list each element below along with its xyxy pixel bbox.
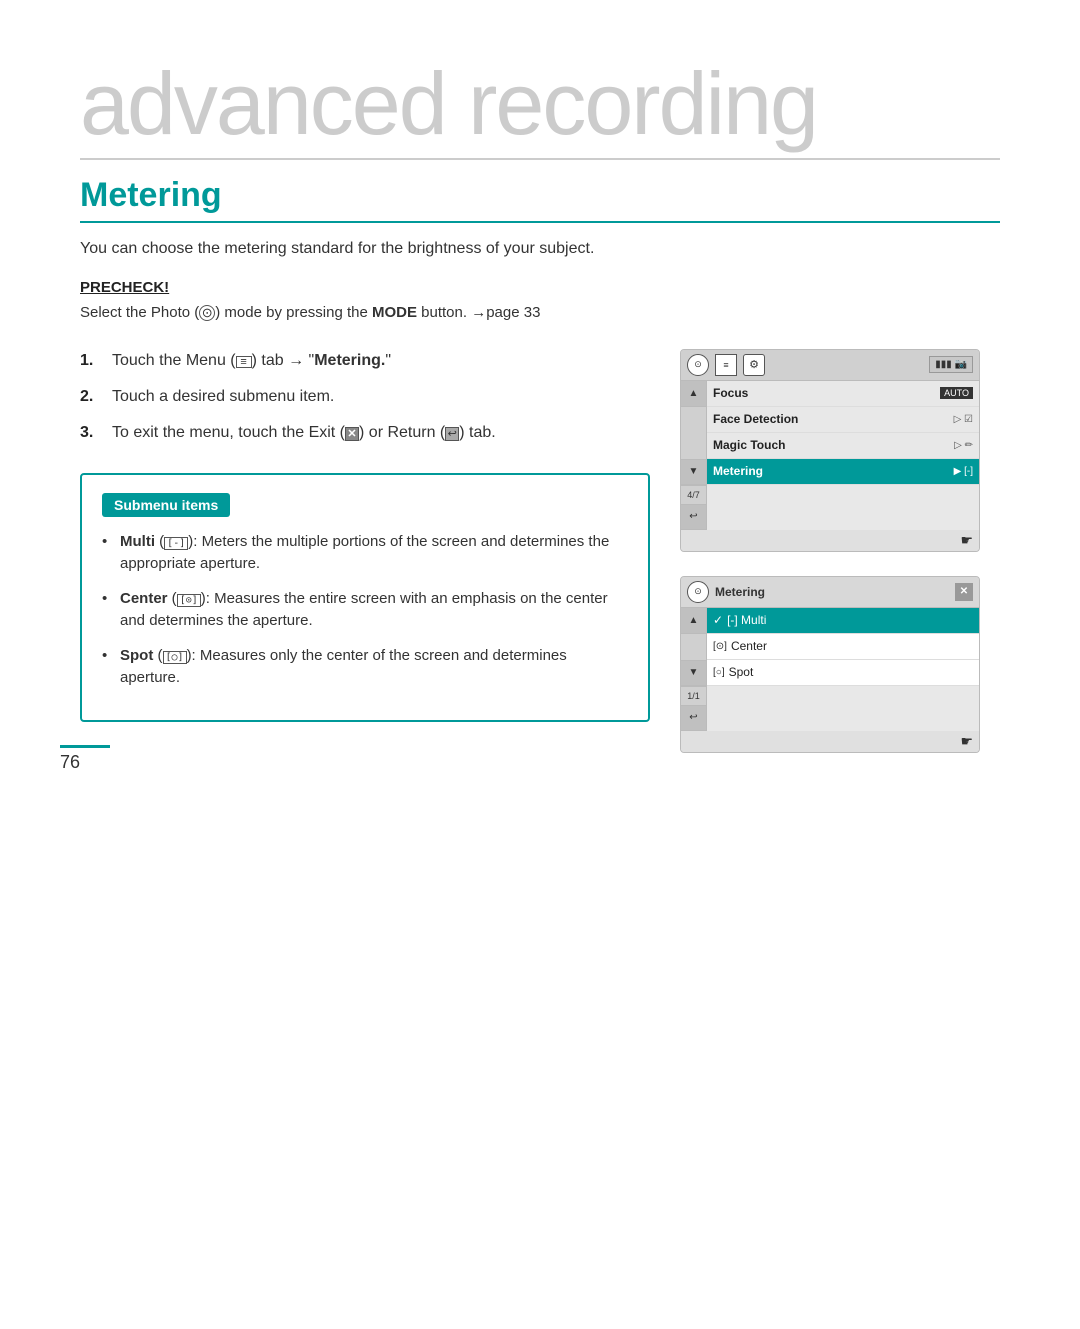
exit-icon: ✕	[345, 427, 359, 441]
face-value: ▷ ☑	[954, 414, 973, 425]
metering-nav-col: ▲ ▼ 1/1 ↩	[681, 608, 707, 731]
spot-label: Spot	[120, 647, 153, 664]
metering-screen: ⊙ Metering ✕ ▲ ▼ 1/1 ↩ ✓	[680, 576, 980, 753]
menu-with-nav: ▲ ▼ 4/7 ↩ Focus AUTO Face Detection	[681, 381, 979, 530]
section-heading: Metering	[80, 176, 1000, 223]
metering-screen-title: Metering	[715, 585, 949, 599]
metering-item-center[interactable]: [⊙] Center	[707, 634, 979, 660]
step-2-text: Touch a desired submenu item.	[112, 385, 334, 409]
nav-col: ▲ ▼ 4/7 ↩	[681, 381, 707, 530]
metering-item-spot[interactable]: [○] Spot	[707, 660, 979, 686]
center-row-label: Center	[731, 639, 767, 653]
menu-tab-icon: ≡	[236, 356, 252, 368]
photo-mode-icon: ⊙	[199, 305, 215, 321]
menu-row-face: Face Detection ▷ ☑	[707, 407, 979, 433]
menu-row-focus: Focus AUTO	[707, 381, 979, 407]
metering-link: Metering.	[314, 352, 385, 369]
return-icon: ↩	[445, 427, 459, 441]
photo-icon-2: ⊙	[687, 581, 709, 603]
step-3-number: 3.	[80, 421, 102, 445]
step-1: 1. Touch the Menu (≡) tab → "Metering."	[80, 349, 650, 373]
submenu-box: Submenu items Multi ([-]): Meters the mu…	[80, 473, 650, 722]
submenu-title: Submenu items	[102, 493, 230, 517]
magic-value: ▷ ✏	[954, 440, 973, 451]
step-1-text: Touch the Menu (≡) tab → "Metering."	[112, 349, 391, 373]
magic-label: Magic Touch	[713, 438, 954, 452]
submenu-item-spot: Spot ([○]): Measures only the center of …	[102, 645, 628, 690]
metering-value: ▶ [-]	[954, 466, 973, 477]
spot-bracket-icon: [○]	[713, 667, 725, 678]
menu-top-bar: ⊙ ≡ ⚙ ▮▮▮ 📷	[681, 350, 979, 381]
spot-row-label: Spot	[729, 665, 754, 679]
menu-row-magic: Magic Touch ▷ ✏	[707, 433, 979, 459]
nav-up-btn[interactable]: ▲	[681, 381, 706, 407]
page-container: advanced recording Metering You can choo…	[0, 0, 1080, 813]
step-1-number: 1.	[80, 349, 102, 373]
steps-list: 1. Touch the Menu (≡) tab → "Metering." …	[80, 349, 650, 445]
multi-row-label: [-] Multi	[727, 613, 766, 627]
touch-cursor-2: ☛	[681, 731, 979, 752]
mode-bold: MODE	[372, 304, 417, 321]
battery-icon: ▮▮▮ 📷	[929, 356, 973, 373]
metering-page-indicator: 1/1	[681, 686, 706, 705]
center-bracket-icon: [⊙]	[713, 641, 727, 652]
touch-cursor-1: ☛	[681, 530, 979, 551]
precheck-label: PRECHECK!	[80, 279, 1000, 296]
multi-icon: [-]	[164, 537, 188, 550]
step-2: 2. Touch a desired submenu item.	[80, 385, 650, 409]
description: You can choose the metering standard for…	[80, 237, 1000, 261]
focus-value: AUTO	[940, 387, 973, 399]
nav-return-btn[interactable]: ↩	[681, 504, 706, 530]
photo-icon: ⊙	[687, 354, 709, 376]
multi-label: Multi	[120, 533, 155, 550]
check-multi-icon: ✓	[713, 613, 723, 627]
metering-items: ✓ [-] Multi [⊙] Center [○] Spot	[707, 608, 979, 731]
center-icon: [⊙]	[177, 594, 201, 607]
submenu-item-multi: Multi ([-]): Meters the multiple portion…	[102, 531, 628, 576]
metering-item-multi[interactable]: ✓ [-] Multi	[707, 608, 979, 634]
left-column: 1. Touch the Menu (≡) tab → "Metering." …	[80, 349, 650, 722]
center-label: Center	[120, 590, 168, 607]
menu-content: Focus AUTO Face Detection ▷ ☑ Magic Touc…	[707, 381, 979, 530]
list-icon: ≡	[715, 354, 737, 376]
step-2-number: 2.	[80, 385, 102, 409]
content-row: 1. Touch the Menu (≡) tab → "Metering." …	[80, 349, 1000, 753]
metering-rows-wrap: ▲ ▼ 1/1 ↩ ✓ [-] Multi [⊙] Center	[681, 608, 979, 731]
metering-return-btn[interactable]: ↩	[681, 705, 706, 731]
step-3-text: To exit the menu, touch the Exit (✕) or …	[112, 421, 496, 445]
step-3: 3. To exit the menu, touch the Exit (✕) …	[80, 421, 650, 445]
menu-screen: ⊙ ≡ ⚙ ▮▮▮ 📷 ▲ ▼ 4/7 ↩	[680, 349, 980, 552]
submenu-items: Multi ([-]): Meters the multiple portion…	[102, 531, 628, 690]
page-number: 76	[60, 745, 110, 773]
metering-nav-down[interactable]: ▼	[681, 660, 706, 686]
metering-label: Metering	[713, 464, 954, 478]
main-title: advanced recording	[80, 60, 1000, 160]
focus-label: Focus	[713, 386, 940, 400]
metering-top-bar: ⊙ Metering ✕	[681, 577, 979, 608]
submenu-item-center: Center ([⊙]): Measures the entire screen…	[102, 588, 628, 633]
right-column: ⊙ ≡ ⚙ ▮▮▮ 📷 ▲ ▼ 4/7 ↩	[680, 349, 1000, 753]
nav-down-btn[interactable]: ▼	[681, 459, 706, 485]
precheck-text: Select the Photo (⊙) mode by pressing th…	[80, 302, 1000, 325]
close-btn[interactable]: ✕	[955, 583, 973, 601]
spot-icon: [○]	[163, 651, 187, 664]
menu-row-metering: Metering ▶ [-]	[707, 459, 979, 485]
gear-icon: ⚙	[743, 354, 765, 376]
metering-nav-up[interactable]: ▲	[681, 608, 706, 634]
face-label: Face Detection	[713, 412, 954, 426]
